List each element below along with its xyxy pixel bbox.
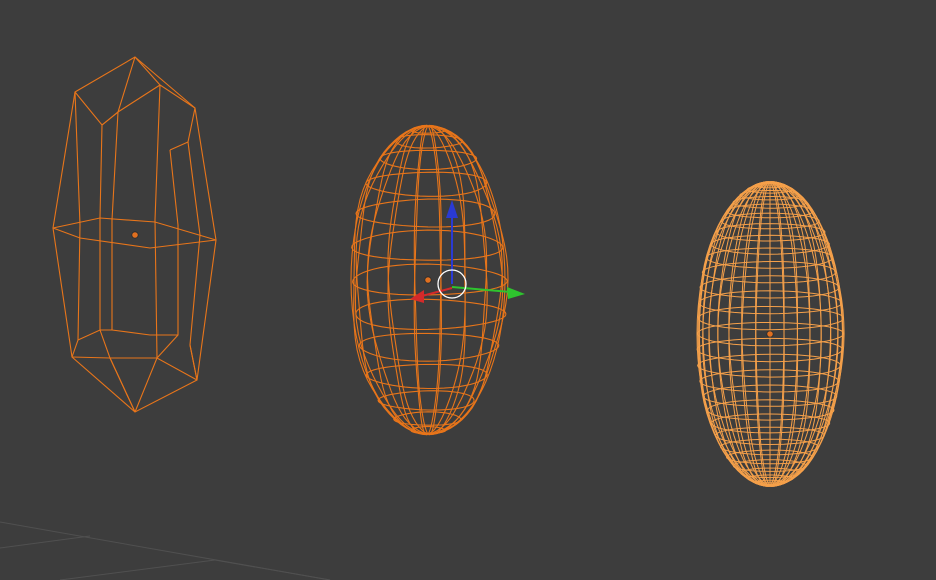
longitude-meridian <box>769 181 839 487</box>
mesh-edge <box>134 84 161 413</box>
longitude-meridian <box>702 181 771 487</box>
latitude-ring <box>365 363 488 390</box>
mesh-edge <box>111 111 119 330</box>
x-arrow-icon[interactable] <box>410 290 424 303</box>
latitude-ring <box>351 229 504 261</box>
3d-viewport[interactable] <box>0 0 936 580</box>
latitude-ring <box>379 149 478 171</box>
mesh-edge <box>117 84 161 113</box>
grid-line <box>214 559 331 580</box>
origin-dot-icon <box>424 276 432 284</box>
grid-line <box>59 559 216 580</box>
mesh-edge <box>101 111 119 126</box>
mesh-edge <box>77 329 112 341</box>
mesh-edge <box>74 56 136 126</box>
mesh-edge <box>189 344 198 381</box>
mesh-edge <box>109 357 136 413</box>
y-arrow-icon[interactable] <box>507 287 525 299</box>
grid-line <box>0 535 91 549</box>
mesh-edge <box>99 124 136 413</box>
mesh-edge <box>71 91 81 358</box>
longitude-meridian <box>769 181 811 487</box>
mesh-edge <box>187 141 201 381</box>
z-arrow-icon[interactable] <box>446 200 458 218</box>
viewport-canvas[interactable] <box>0 0 936 580</box>
mesh-edge <box>156 149 179 359</box>
mesh-edge <box>71 356 198 381</box>
longitude-meridian <box>769 181 839 487</box>
floor-grid <box>0 521 331 580</box>
mesh-edge <box>111 329 178 336</box>
origin-dot-icon <box>766 330 774 338</box>
origin-dot-icon <box>131 231 139 239</box>
translate-gizmo[interactable] <box>410 200 525 303</box>
mesh-edge <box>134 56 196 151</box>
longitude-meridian <box>702 181 771 487</box>
